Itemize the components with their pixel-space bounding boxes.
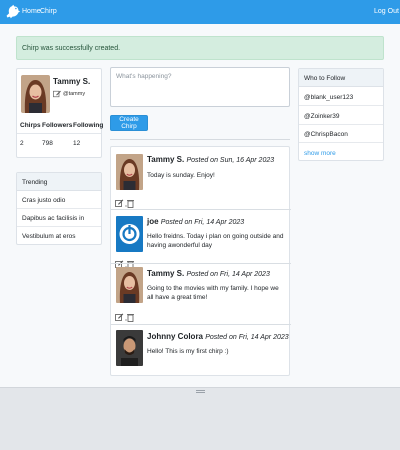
trending-header: Trending bbox=[17, 173, 101, 191]
chirp-date: Posted on Fri, 14 Apr 2023 bbox=[205, 334, 289, 341]
navbar: Home Chirp Log Out bbox=[0, 0, 400, 24]
chirp-actions bbox=[115, 313, 134, 322]
chirp-text: Hello! This is my first chirp :) bbox=[147, 348, 229, 355]
trending-card: Trending Cras justo odio Dapibus ac faci… bbox=[16, 172, 102, 245]
trending-item-label: Cras justo odio bbox=[22, 197, 66, 204]
following-count: 12 bbox=[73, 140, 81, 147]
chirp-separator bbox=[111, 324, 291, 325]
nav-chirp-link[interactable]: Chirp bbox=[40, 8, 57, 15]
chirp-text: Today is sunday. Enjoy! bbox=[147, 172, 215, 179]
chirp-feed: Tammy S. Posted on Sun, 16 Apr 2023 Toda… bbox=[110, 146, 291, 376]
list-item[interactable]: @blank_user123 bbox=[299, 88, 383, 106]
list-item[interactable]: @ChrispBacon bbox=[299, 125, 383, 143]
logout-link[interactable]: Log Out bbox=[374, 8, 399, 15]
chirp-header: Johnny Colora Posted on Fri, 14 Apr 2023 bbox=[147, 332, 289, 341]
chirp-header: joe Posted on Fri, 14 Apr 2023 bbox=[147, 217, 244, 226]
who-to-follow-card: Who to Follow @blank_user123 @Zoinker39 … bbox=[298, 68, 384, 161]
follow-suggestion-label: @Zoinker39 bbox=[304, 113, 340, 120]
who-to-follow-title: Who to Follow bbox=[304, 75, 346, 82]
chirp-author[interactable]: joe bbox=[147, 217, 159, 226]
stats-divider bbox=[17, 133, 101, 134]
avatar[interactable] bbox=[116, 216, 143, 252]
list-item[interactable]: Vestibulum at eros bbox=[17, 227, 101, 245]
followers-stat-label: Followers bbox=[42, 122, 73, 129]
avatar[interactable] bbox=[116, 154, 143, 190]
chirp-header: Tammy S. Posted on Sun, 16 Apr 2023 bbox=[147, 155, 274, 164]
trash-icon[interactable] bbox=[127, 314, 134, 322]
list-item[interactable]: Cras justo odio bbox=[17, 191, 101, 209]
trending-title: Trending bbox=[22, 179, 48, 186]
chirp-text: Hello freidns. Today i plan on going out… bbox=[147, 233, 284, 249]
list-item[interactable]: @Zoinker39 bbox=[299, 107, 383, 125]
edit-icon[interactable] bbox=[115, 199, 124, 207]
chirp-author[interactable]: Tammy S. bbox=[147, 269, 184, 278]
list-item[interactable]: Dapibus ac facilisis in bbox=[17, 209, 101, 227]
who-to-follow-header: Who to Follow bbox=[299, 69, 383, 87]
chirp-separator bbox=[111, 263, 291, 264]
bird-logo-icon[interactable] bbox=[4, 3, 21, 20]
profile-card: Tammy S. @tammy Chirps Followers Followi… bbox=[16, 68, 104, 158]
create-chirp-button[interactable]: Create Chirp bbox=[110, 115, 148, 131]
profile-name: Tammy S. bbox=[53, 77, 91, 86]
follow-suggestion-label: @blank_user123 bbox=[304, 94, 354, 101]
chirp-date: Posted on Fri, 14 Apr 2023 bbox=[186, 271, 270, 278]
chirp-date: Posted on Sun, 16 Apr 2023 bbox=[186, 157, 275, 164]
chirp-date: Posted on Fri, 14 Apr 2023 bbox=[160, 219, 245, 226]
success-alert: Chirp was successfully created. bbox=[16, 36, 384, 60]
chirp-compose-input[interactable] bbox=[110, 67, 290, 107]
footer-panel bbox=[0, 387, 400, 450]
profile-handle: @tammy bbox=[63, 91, 86, 97]
follow-suggestion-label: @ChrispBacon bbox=[304, 131, 348, 138]
chirp-actions bbox=[115, 199, 134, 208]
chirp-separator bbox=[111, 209, 291, 210]
trash-icon[interactable] bbox=[127, 200, 134, 208]
trending-item-label: Vestibulum at eros bbox=[22, 233, 76, 240]
chirp-author[interactable]: Tammy S. bbox=[147, 155, 184, 164]
trending-item-label: Dapibus ac facilisis in bbox=[22, 215, 85, 222]
resize-handle[interactable] bbox=[196, 390, 205, 393]
edit-icon[interactable] bbox=[53, 90, 61, 98]
followers-count: 798 bbox=[42, 140, 53, 147]
nav-home-link[interactable]: Home bbox=[22, 8, 41, 15]
avatar[interactable] bbox=[21, 75, 50, 113]
chirp-text: Going to the movies with my family. I ho… bbox=[147, 285, 279, 301]
edit-icon[interactable] bbox=[115, 313, 124, 321]
alert-message: Chirp was successfully created. bbox=[22, 45, 121, 52]
following-stat-label: Following bbox=[73, 122, 104, 129]
chirps-stat-label: Chirps bbox=[20, 122, 41, 129]
chirp-author[interactable]: Johnny Colora bbox=[147, 332, 203, 341]
chirps-count: 2 bbox=[20, 140, 24, 147]
feed-divider bbox=[110, 139, 290, 140]
show-more-link[interactable]: show more bbox=[304, 150, 336, 157]
avatar[interactable] bbox=[116, 267, 143, 303]
chirp-header: Tammy S. Posted on Fri, 14 Apr 2023 bbox=[147, 269, 270, 278]
avatar[interactable] bbox=[116, 330, 143, 366]
